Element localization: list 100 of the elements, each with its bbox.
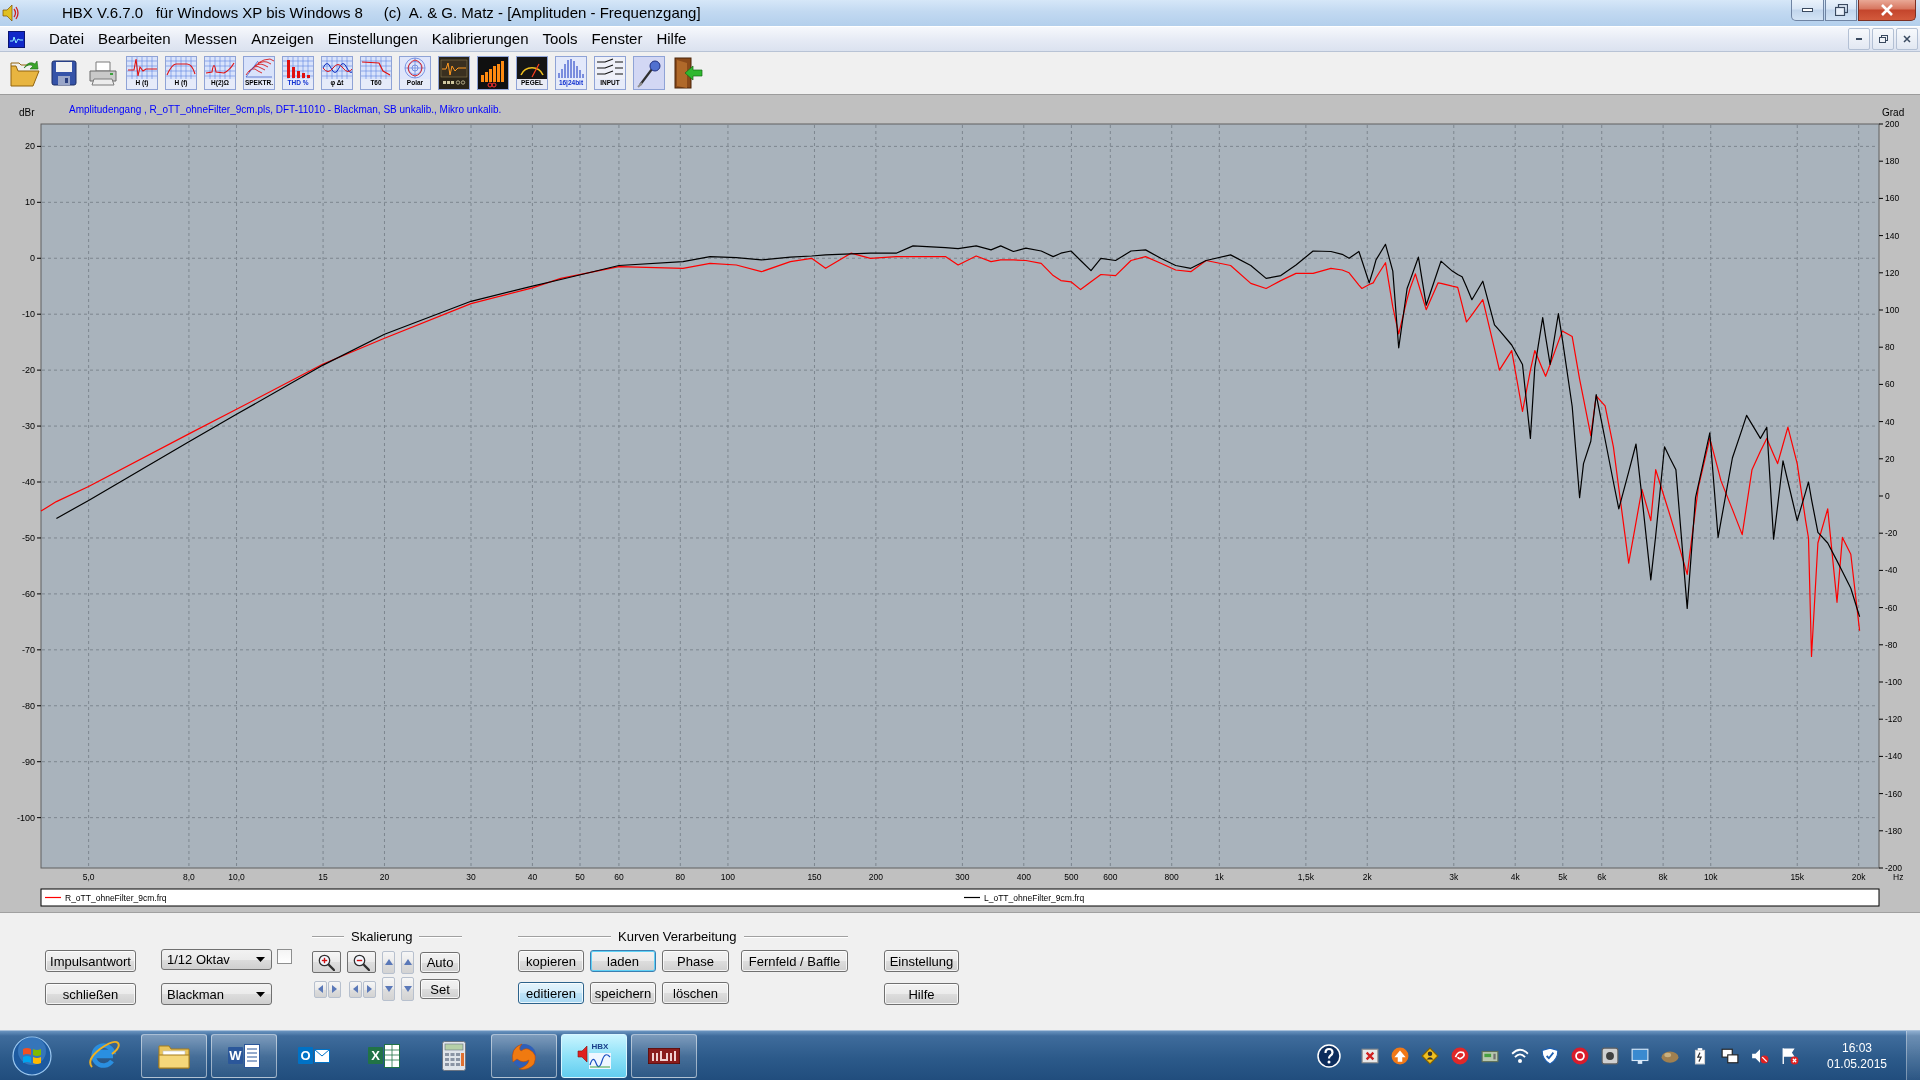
network-icon[interactable] — [1721, 1046, 1739, 1065]
swirl-icon[interactable] — [1451, 1046, 1469, 1065]
restore-button[interactable] — [1872, 28, 1894, 50]
monitor-icon[interactable] — [1631, 1046, 1649, 1065]
zoom-out-icon — [353, 953, 370, 971]
toolbar-button[interactable] — [438, 56, 470, 90]
arrow-button[interactable] — [382, 977, 395, 1001]
push-button[interactable]: editieren — [518, 982, 584, 1004]
push-button[interactable]: Hilfe — [884, 983, 959, 1005]
secondary-tick-label: 180 — [1885, 156, 1900, 167]
x-tick-label: 15 — [318, 872, 328, 882]
triangle-up-icon — [403, 959, 412, 965]
crossed-box-icon[interactable] — [1361, 1046, 1379, 1065]
taskbar-button[interactable]: X — [351, 1033, 417, 1078]
show-desktop-button[interactable] — [1906, 1031, 1920, 1080]
toolbar-button[interactable] — [633, 56, 665, 90]
triangle-down-icon — [384, 986, 393, 992]
dropdown[interactable]: 1/12 Oktav — [161, 949, 272, 970]
menu-item[interactable]: Tools — [535, 29, 585, 49]
minimize-button[interactable] — [1791, 0, 1824, 21]
arrow-button[interactable] — [401, 977, 414, 1001]
menu-item[interactable]: Anzeigen — [244, 29, 321, 49]
wave-graph-icon — [322, 57, 352, 79]
secondary-tick-label: 0 — [1885, 491, 1890, 501]
menu-item[interactable]: Hilfe — [649, 29, 694, 49]
zoom-in-button[interactable] — [312, 951, 341, 973]
triangle-up-icon — [384, 959, 393, 965]
push-button[interactable]: Impulsantwort — [45, 950, 136, 972]
x-tick-label: 1,5k — [1297, 872, 1314, 882]
secondary-tick-label: -200 — [1885, 863, 1902, 873]
taskbar-button[interactable] — [141, 1033, 207, 1078]
caret-down-icon — [256, 991, 265, 997]
menu-item[interactable]: Kalibrierungen — [424, 29, 536, 49]
x-axis-title: Hz — [1893, 872, 1904, 882]
shield-icon[interactable] — [1541, 1046, 1559, 1065]
secondary-tick-label: 160 — [1885, 193, 1900, 204]
minimize-button[interactable] — [1848, 28, 1870, 50]
taskbar-button[interactable] — [631, 1033, 697, 1078]
x-tick-label: 8k — [1658, 872, 1668, 882]
ring-icon[interactable] — [1571, 1046, 1589, 1065]
secondary-tick-label: 140 — [1885, 230, 1900, 241]
push-button[interactable]: kopieren — [518, 950, 584, 972]
menu-item[interactable]: Datei — [42, 29, 92, 49]
toolbar-button[interactable] — [477, 56, 509, 90]
restore-icon — [1834, 4, 1848, 16]
menu-item[interactable]: Fenster — [584, 29, 650, 49]
taskbar-button[interactable]: HBX — [561, 1033, 627, 1078]
arrow-button[interactable] — [363, 980, 376, 998]
flag-icon[interactable] — [1781, 1046, 1799, 1065]
push-button[interactable]: Set — [420, 979, 460, 999]
up-arrow-icon[interactable] — [1391, 1046, 1409, 1065]
push-button[interactable]: Fernfeld / Baffle — [741, 950, 848, 972]
taskbar-button[interactable] — [491, 1033, 557, 1078]
calculator-icon — [442, 1040, 466, 1071]
restore-button[interactable] — [1825, 0, 1857, 21]
close-button[interactable] — [1858, 0, 1916, 21]
taskbar-button[interactable]: W — [211, 1033, 277, 1078]
help-icon[interactable] — [1317, 1043, 1341, 1068]
close-button[interactable] — [1896, 28, 1918, 50]
wifi-icon[interactable] — [1511, 1046, 1529, 1065]
push-button[interactable]: laden — [590, 950, 656, 972]
arrow-button[interactable] — [349, 980, 362, 998]
push-button[interactable]: Phase — [662, 950, 729, 972]
triangle-left-icon — [318, 985, 323, 993]
push-button[interactable]: Auto — [420, 951, 460, 973]
secondary-tick-label: 120 — [1885, 267, 1900, 278]
x-tick-label: 1k — [1214, 872, 1224, 882]
arrow-button[interactable] — [328, 980, 341, 998]
secondary-tick-label: -20 — [1885, 528, 1898, 539]
secondary-tick-label: -40 — [1885, 565, 1898, 576]
zoom-out-button[interactable] — [347, 951, 376, 973]
y-tick-label: -20 — [22, 365, 35, 376]
person-badge-icon[interactable] — [1421, 1046, 1439, 1065]
push-button[interactable]: Einstellung — [884, 950, 959, 972]
door-arrow-icon — [673, 57, 703, 89]
x-tick-label: 300 — [955, 872, 970, 882]
menu-item[interactable]: Messen — [177, 29, 245, 49]
x-tick-label: 400 — [1016, 872, 1031, 882]
close-icon — [1880, 4, 1894, 16]
y-tick-label: 20 — [25, 141, 35, 152]
taskbar-button[interactable]: O — [281, 1033, 347, 1078]
checkbox[interactable] — [277, 949, 292, 964]
arrow-button[interactable] — [382, 950, 395, 974]
clock-date: 01.05.2015 — [1826, 1055, 1888, 1072]
push-button[interactable]: speichern — [590, 982, 656, 1004]
push-button[interactable]: schließen — [45, 983, 136, 1005]
decay-graph-icon — [361, 57, 391, 79]
arrow-button[interactable] — [401, 950, 414, 974]
push-button[interactable]: löschen — [662, 982, 729, 1004]
x-tick-label: 2k — [1362, 872, 1372, 882]
x-tick-label: 80 — [675, 872, 686, 882]
dropdown[interactable]: Blackman — [161, 983, 272, 1005]
dot-square-icon[interactable] — [1601, 1046, 1619, 1065]
secondary-tick-label: 60 — [1885, 379, 1895, 390]
toolbar-button[interactable] — [672, 56, 704, 90]
menu-item[interactable]: Bearbeiten — [91, 29, 178, 49]
arrow-button[interactable] — [314, 980, 327, 998]
menu-item[interactable]: Einstellungen — [320, 29, 425, 49]
x-tick-label: 20 — [379, 872, 390, 882]
speaker-icon — [577, 1045, 589, 1063]
